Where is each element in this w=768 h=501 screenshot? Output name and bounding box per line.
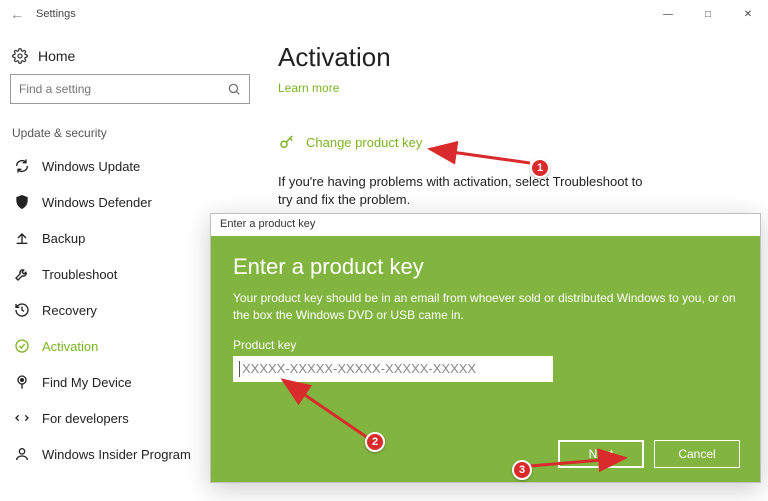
- annotation-overlay: [0, 0, 768, 501]
- annotation-badge-3: 3: [512, 460, 532, 480]
- annotation-badge-2: 2: [365, 432, 385, 452]
- annotation-badge-1: 1: [530, 158, 550, 178]
